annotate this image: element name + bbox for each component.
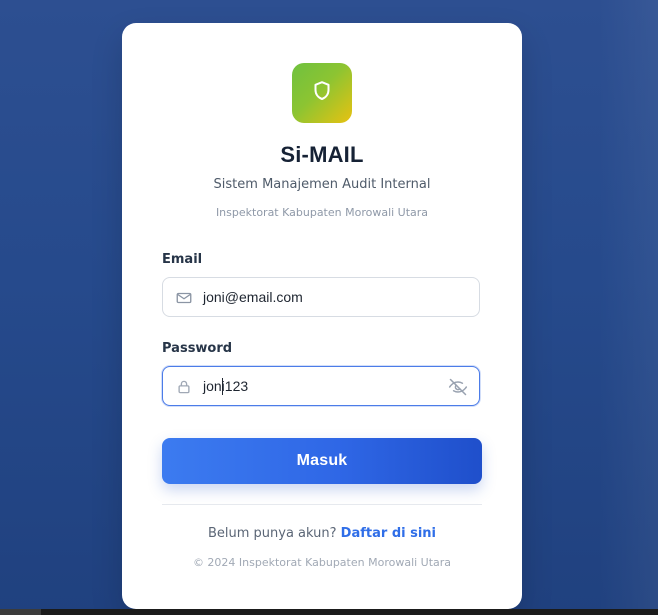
mail-icon bbox=[175, 289, 193, 307]
signup-text: Belum punya akun? Daftar di sini bbox=[122, 526, 522, 541]
shield-icon bbox=[310, 79, 334, 108]
password-field[interactable]: joni123 bbox=[162, 366, 480, 406]
login-button[interactable]: Masuk bbox=[162, 438, 482, 484]
eye-off-icon[interactable] bbox=[448, 377, 468, 397]
organization-name: Inspektorat Kabupaten Morowali Utara bbox=[215, 206, 429, 219]
app-logo bbox=[292, 63, 352, 123]
login-screen: Si-MAIL Sistem Manajemen Audit Internal … bbox=[0, 0, 658, 615]
signup-prompt: Belum punya akun? bbox=[207, 526, 337, 541]
text-cursor bbox=[222, 378, 223, 395]
lock-icon bbox=[175, 378, 193, 396]
signup-link[interactable]: Daftar di sini bbox=[341, 526, 436, 541]
email-label: Email bbox=[162, 252, 203, 267]
app-subtitle: Sistem Manajemen Audit Internal bbox=[213, 177, 431, 192]
window-bottom-strip bbox=[0, 609, 658, 615]
divider bbox=[162, 504, 482, 505]
login-card: Si-MAIL Sistem Manajemen Audit Internal … bbox=[122, 23, 522, 609]
email-value: joni@email.com bbox=[203, 289, 303, 305]
copyright-text: © 2024 Inspektorat Kabupaten Morowali Ut… bbox=[192, 556, 452, 569]
email-field[interactable]: joni@email.com bbox=[162, 277, 480, 317]
app-title: Si-MAIL bbox=[280, 142, 364, 167]
window-bottom-strip-left bbox=[0, 609, 41, 615]
background-highlight bbox=[598, 0, 658, 615]
password-value: joni123 bbox=[203, 378, 249, 394]
password-label: Password bbox=[162, 341, 233, 356]
